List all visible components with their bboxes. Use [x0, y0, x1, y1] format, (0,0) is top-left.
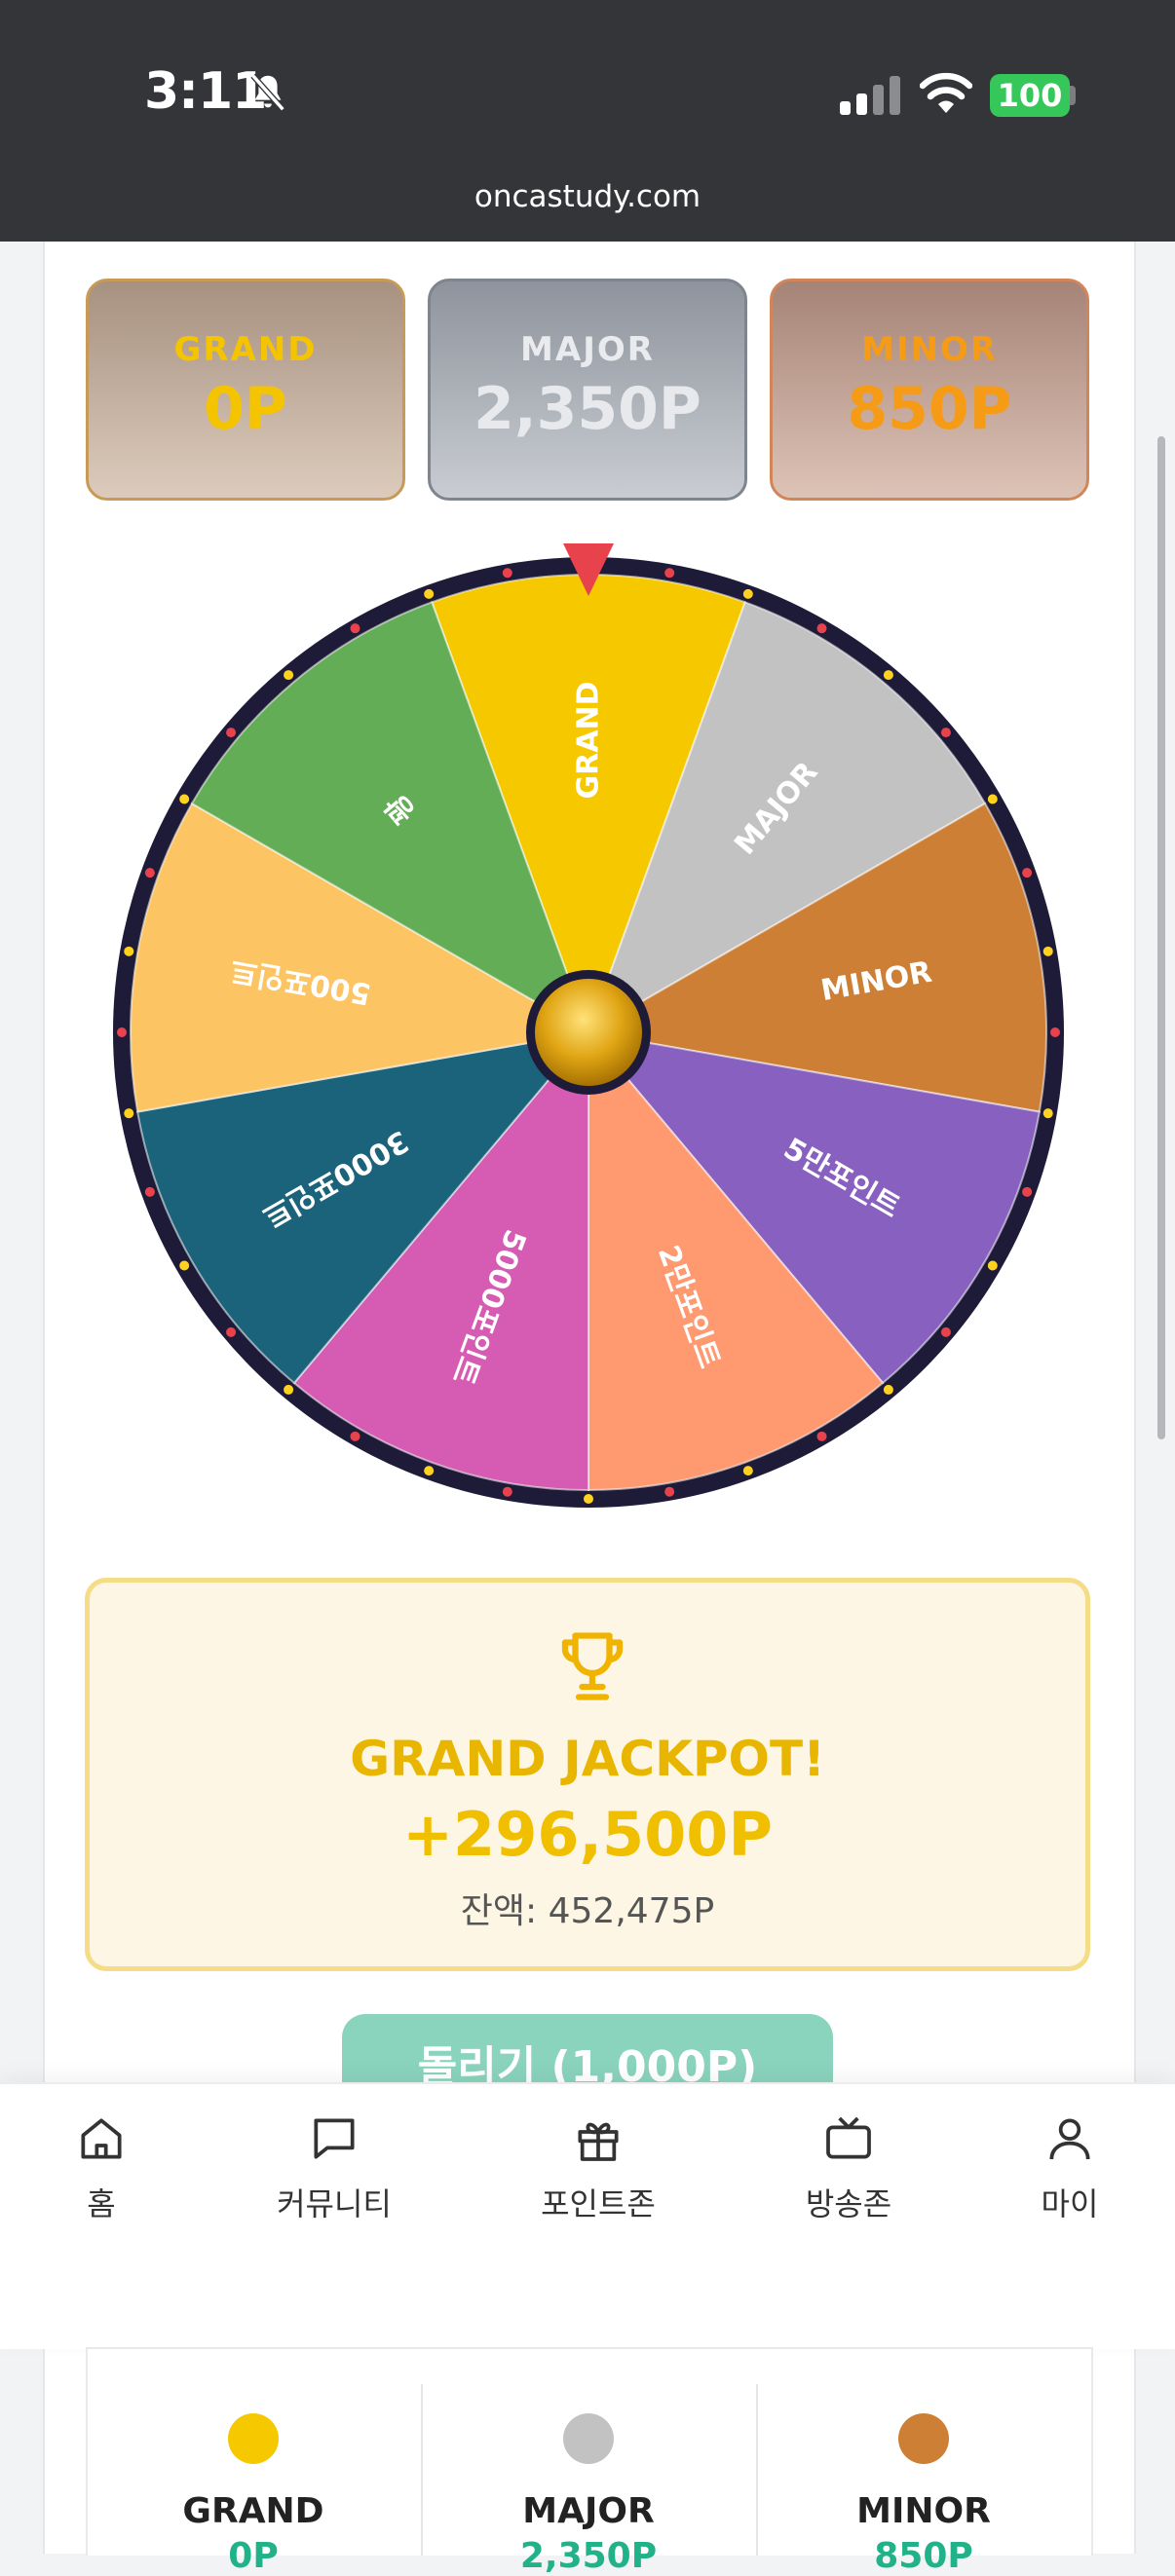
nav-item-community[interactable]: 커뮤니티	[237, 2111, 432, 2224]
battery-indicator: 100	[990, 74, 1070, 117]
wheel-rim-dot	[502, 1486, 512, 1497]
wheel-rim-dot	[502, 568, 512, 579]
legend-dot	[563, 2413, 614, 2464]
tv-icon	[826, 2116, 871, 2159]
wheel-rim-dot	[284, 1384, 294, 1395]
nav-item-pointzone[interactable]: 포인트존	[501, 2111, 696, 2224]
home-icon	[81, 2118, 122, 2159]
wheel-hub[interactable]	[526, 970, 651, 1095]
nav-item-broadcast[interactable]: 방송존	[751, 2111, 946, 2224]
trophy-icon	[561, 1632, 624, 1700]
nav-item-my[interactable]: 마이	[972, 2111, 1167, 2224]
jackpot-value: 850P	[847, 375, 1012, 443]
nav-label: 방송존	[805, 2185, 892, 2222]
wheel-rim-dot	[124, 946, 134, 956]
chat-icon	[314, 2118, 355, 2159]
wheel-rim-dot	[940, 728, 951, 738]
wheel-rim-dot	[179, 794, 190, 804]
nav-label: 포인트존	[541, 2185, 656, 2222]
nav-label: 홈	[87, 2185, 116, 2222]
wheel-rim-dot	[179, 1260, 190, 1271]
legend-dot	[228, 2413, 279, 2464]
legend-amount: 850P	[874, 2536, 973, 2576]
wheel-rim-dot	[816, 1431, 827, 1441]
wheel-rim-dot	[424, 588, 435, 599]
legend-name: MINOR	[856, 2491, 991, 2531]
result-panel: GRAND JACKPOT! +296,500P 잔액: 452,475P	[85, 1578, 1090, 1971]
wheel-rim-dot	[742, 1466, 753, 1476]
wheel-rim-dot	[144, 868, 155, 878]
wheel-rim-dot	[117, 1027, 127, 1037]
cell-signal-icon	[840, 76, 900, 115]
legend-amount: 2,350P	[519, 2536, 658, 2576]
jackpot-card-minor: MINOR 850P	[770, 279, 1089, 501]
wheel-rim-dot	[883, 670, 893, 681]
nav-label: 커뮤니티	[277, 2185, 392, 2222]
legend-dot	[898, 2413, 949, 2464]
wheel-segment-label: GRAND	[572, 682, 606, 800]
legend-item-minor: MINOR 850P	[758, 2349, 1089, 2576]
bottom-nav: 홈 커뮤니티 포인트존 방송존 마이	[0, 2082, 1175, 2349]
legend-item-grand: GRAND 0P	[88, 2349, 419, 2576]
battery-nub	[1070, 86, 1076, 105]
wheel-rim-dot	[1042, 946, 1053, 956]
wheel-rim-dot	[226, 1326, 237, 1337]
bell-muted-icon	[250, 73, 285, 112]
jackpot-label: GRAND	[173, 330, 318, 369]
wheel-rim-dot	[226, 728, 237, 738]
wheel-rim-dot	[284, 670, 294, 681]
gift-icon	[578, 2122, 619, 2161]
wheel-rim-dot	[424, 1466, 435, 1476]
status-bar: 3:11 100 oncastudy.com	[0, 0, 1175, 242]
wheel-rim-dot	[987, 1260, 998, 1271]
jackpot-value: 0P	[204, 375, 287, 443]
wifi-icon	[920, 72, 972, 113]
nav-item-home[interactable]: 홈	[4, 2111, 199, 2224]
result-points: +296,500P	[402, 1799, 773, 1870]
wheel-rim-dot	[144, 1186, 155, 1197]
legend-amount: 0P	[228, 2536, 279, 2576]
wheel-rim-dot	[883, 1384, 893, 1395]
wheel-rim-dot	[1050, 1027, 1060, 1037]
nav-label: 마이	[1041, 2185, 1099, 2222]
jackpot-value: 2,350P	[474, 375, 701, 443]
scrollbar[interactable]	[1157, 436, 1165, 1439]
prize-wheel[interactable]: GRANDMAJORMINOR5만포인트2만포인트5000포인트3000포인트5…	[99, 543, 1078, 1521]
result-balance: 잔액: 452,475P	[460, 1891, 715, 1931]
wheel-rim-dot	[664, 568, 675, 579]
wheel-rim-dot	[742, 588, 753, 599]
jackpot-card-grand: GRAND 0P	[86, 279, 405, 501]
wheel-rim-dot	[940, 1326, 951, 1337]
wheel-rim-dot	[816, 623, 827, 634]
wheel-rim-dot	[1042, 1108, 1053, 1119]
jackpot-card-major: MAJOR 2,350P	[428, 279, 747, 501]
jackpot-label: MINOR	[860, 330, 999, 369]
wheel-rim-dot	[584, 1494, 593, 1504]
jackpot-label: MAJOR	[520, 330, 655, 369]
wheel-rim-dot	[1022, 1186, 1033, 1197]
wheel-rim-dot	[350, 1431, 360, 1441]
user-icon	[1049, 2118, 1090, 2160]
wheel-rim-dot	[124, 1108, 134, 1119]
wheel-rim-dot	[664, 1486, 675, 1497]
legend-item-major: MAJOR 2,350P	[423, 2349, 754, 2576]
wheel-rim-dot	[987, 794, 998, 804]
wheel-rim-dot	[350, 623, 360, 634]
url-bar[interactable]: oncastudy.com	[0, 179, 1175, 214]
result-title: GRAND JACKPOT!	[350, 1731, 825, 1787]
legend-name: MAJOR	[522, 2491, 655, 2531]
wheel-rim-dot	[1022, 868, 1033, 878]
legend-name: GRAND	[182, 2491, 324, 2531]
jackpot-legend: GRAND 0P MAJOR 2,350P MINOR 850P	[86, 2347, 1093, 2576]
